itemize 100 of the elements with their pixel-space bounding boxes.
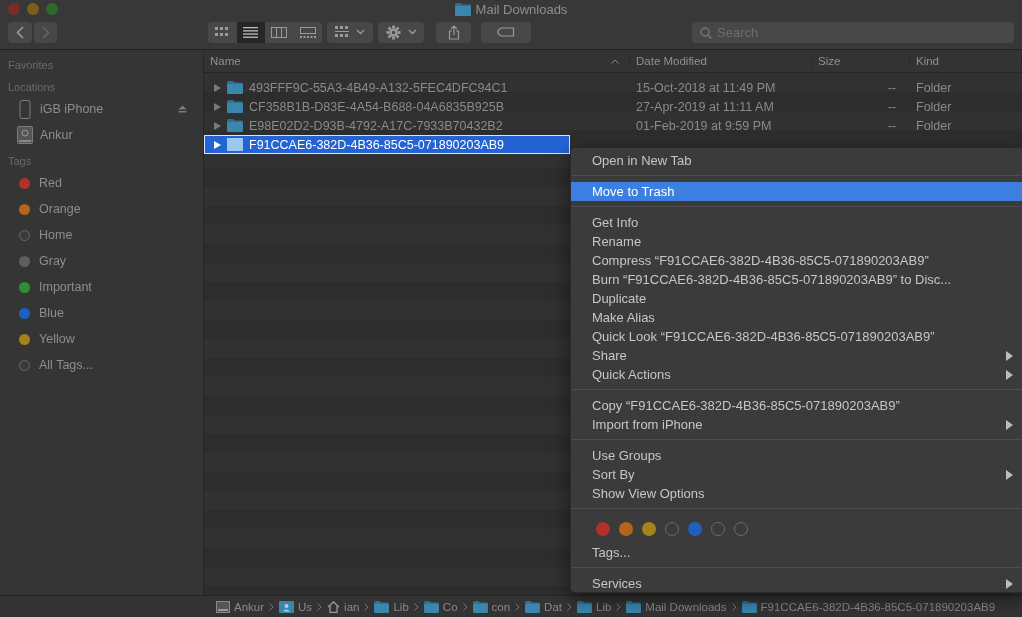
path-item[interactable]: con: [491, 600, 511, 613]
sidebar-item[interactable]: Orange: [39, 202, 81, 216]
menu-item[interactable]: Make Alias: [571, 308, 1022, 327]
file-kind: Folder: [916, 118, 952, 133]
menu-item[interactable]: Share: [571, 346, 1022, 365]
chevron-icon: [269, 602, 275, 611]
chevron-icon: [731, 602, 737, 611]
path-item[interactable]: ian: [344, 600, 360, 613]
file-name-cell[interactable]: F91CCAE6-382D-4B36-85C5-071890203AB9: [204, 135, 570, 154]
file-name-cell[interactable]: CF358B1B-D83E-4A54-B688-04A6835B925B: [204, 97, 630, 116]
sidebar-item[interactable]: Red: [39, 176, 62, 190]
menu-item[interactable]: Services: [571, 574, 1022, 593]
menu-item[interactable]: Use Groups: [571, 446, 1022, 465]
chevron-left-icon: [16, 25, 24, 39]
file-name-cell[interactable]: 493FFF9C-55A3-4B49-A132-5FEC4DFC94C1: [204, 78, 630, 97]
disclosure-triangle-icon[interactable]: [214, 140, 221, 149]
menu-item[interactable]: Quick Actions: [571, 365, 1022, 384]
menu-item[interactable]: Sort By: [571, 465, 1022, 484]
sidebar-item[interactable]: Yellow: [39, 332, 75, 346]
disclosure-triangle-icon[interactable]: [214, 83, 221, 92]
disclosure-triangle-icon[interactable]: [214, 102, 221, 111]
sidebar-item[interactable]: All Tags...: [39, 358, 93, 372]
chevron-icon: [413, 602, 419, 611]
path-item[interactable]: F91CCAE6-382D-4B36-85C5-071890203AB9: [760, 600, 996, 613]
file-size: --: [887, 99, 896, 114]
chevron-icon: [616, 602, 622, 611]
menu-item[interactable]: Quick Look “F91CCAE6-382D-4B36-85C5-071890203AB9”: [571, 327, 1022, 346]
disclosure-triangle-icon[interactable]: [214, 121, 221, 130]
window-title: Mail Downloads: [475, 1, 568, 17]
menu-item[interactable]: Import from iPhone: [571, 415, 1022, 434]
columns-icon: [271, 26, 288, 38]
tag-color-dot[interactable]: [619, 522, 633, 536]
eject-icon[interactable]: [178, 105, 187, 113]
path-item[interactable]: Mail Downloads: [645, 600, 727, 613]
sidebar-item[interactable]: Blue: [39, 306, 65, 320]
hard-drive-icon: [17, 126, 33, 144]
back-button[interactable]: [8, 21, 32, 43]
menu-item[interactable]: Rename: [571, 232, 1022, 251]
grid-icon: [215, 27, 230, 37]
chevron-icon: [317, 602, 323, 611]
gear-icon: [385, 24, 401, 40]
folder-icon: [454, 2, 471, 16]
date-modified: 01-Feb-2019 at 9:59 PM: [636, 118, 772, 133]
list-view-button[interactable]: [236, 21, 265, 43]
list-icon: [243, 26, 259, 38]
gear-button[interactable]: [378, 21, 424, 43]
menu-item[interactable]: Move to Trash: [571, 182, 1022, 201]
file-name-cell[interactable]: E98E02D2-D93B-4792-A17C-7933B70432B2: [204, 116, 630, 135]
column-header[interactable]: Kind: [916, 55, 940, 67]
path-item[interactable]: Dat: [544, 600, 562, 613]
sort-caret-icon[interactable]: [611, 58, 619, 64]
file-size: --: [887, 80, 896, 95]
path-item[interactable]: Co: [442, 600, 458, 613]
sidebar-item[interactable]: Ankur: [40, 128, 73, 142]
folder-icon: [577, 600, 592, 613]
column-header[interactable]: Size: [818, 55, 841, 67]
chevron-icon: [515, 602, 521, 611]
menu-item[interactable]: Show View Options: [571, 484, 1022, 503]
chevron-down-icon: [356, 29, 365, 35]
chevron-icon: [364, 602, 370, 611]
path-item[interactable]: Us: [298, 600, 313, 613]
path-item[interactable]: Ankur: [234, 600, 265, 613]
tag-color-dot[interactable]: [596, 522, 610, 536]
menu-item[interactable]: Copy “F91CCAE6-382D-4B36-85C5-071890203AB9”: [571, 396, 1022, 415]
sidebar-item[interactable]: Important: [39, 280, 92, 294]
search-icon: [700, 26, 712, 39]
grid-icon: [335, 26, 349, 38]
menu-item[interactable]: Tags...: [571, 543, 1022, 562]
minimize-button[interactable]: [27, 3, 39, 15]
zoom-button[interactable]: [46, 3, 58, 15]
folder-icon: [227, 81, 243, 94]
tag-color-dot[interactable]: [642, 522, 656, 536]
group-button[interactable]: [327, 21, 373, 43]
chevron-right-icon: [41, 25, 50, 39]
share-icon: [447, 24, 460, 40]
gallery-icon: [299, 26, 316, 38]
file-size: --: [887, 118, 896, 133]
folder-icon: [525, 600, 541, 613]
share-button[interactable]: [436, 21, 471, 43]
forward-button[interactable]: [34, 21, 57, 43]
folder-icon: [472, 600, 488, 613]
menu-item[interactable]: Duplicate: [571, 289, 1022, 308]
column-header[interactable]: Name: [210, 55, 241, 67]
file-kind: Folder: [916, 99, 952, 114]
column-header[interactable]: Date Modified: [636, 55, 707, 67]
chevron-icon: [462, 602, 468, 611]
menu-item[interactable]: Burn “F91CCAE6-382D-4B36-85C5-071890203AB9” to Disc...: [571, 270, 1022, 289]
hard-drive-icon: [216, 600, 230, 613]
sidebar-item[interactable]: Gray: [39, 254, 67, 268]
folder-icon: [227, 100, 243, 113]
tag-color-dot[interactable]: [688, 522, 702, 536]
path-item[interactable]: Lib: [596, 600, 612, 613]
sidebar-item[interactable]: Home: [39, 228, 73, 242]
menu-item[interactable]: Open in New Tab: [571, 151, 1022, 170]
sidebar-item[interactable]: iGB iPhone: [40, 102, 104, 116]
menu-item[interactable]: Compress “F91CCAE6-382D-4B36-85C5-071890203AB9”: [571, 251, 1022, 270]
tag-button[interactable]: [481, 21, 531, 43]
path-item[interactable]: Lib: [393, 600, 409, 613]
menu-item[interactable]: Get Info: [571, 213, 1022, 232]
chevron-icon: [567, 602, 572, 611]
